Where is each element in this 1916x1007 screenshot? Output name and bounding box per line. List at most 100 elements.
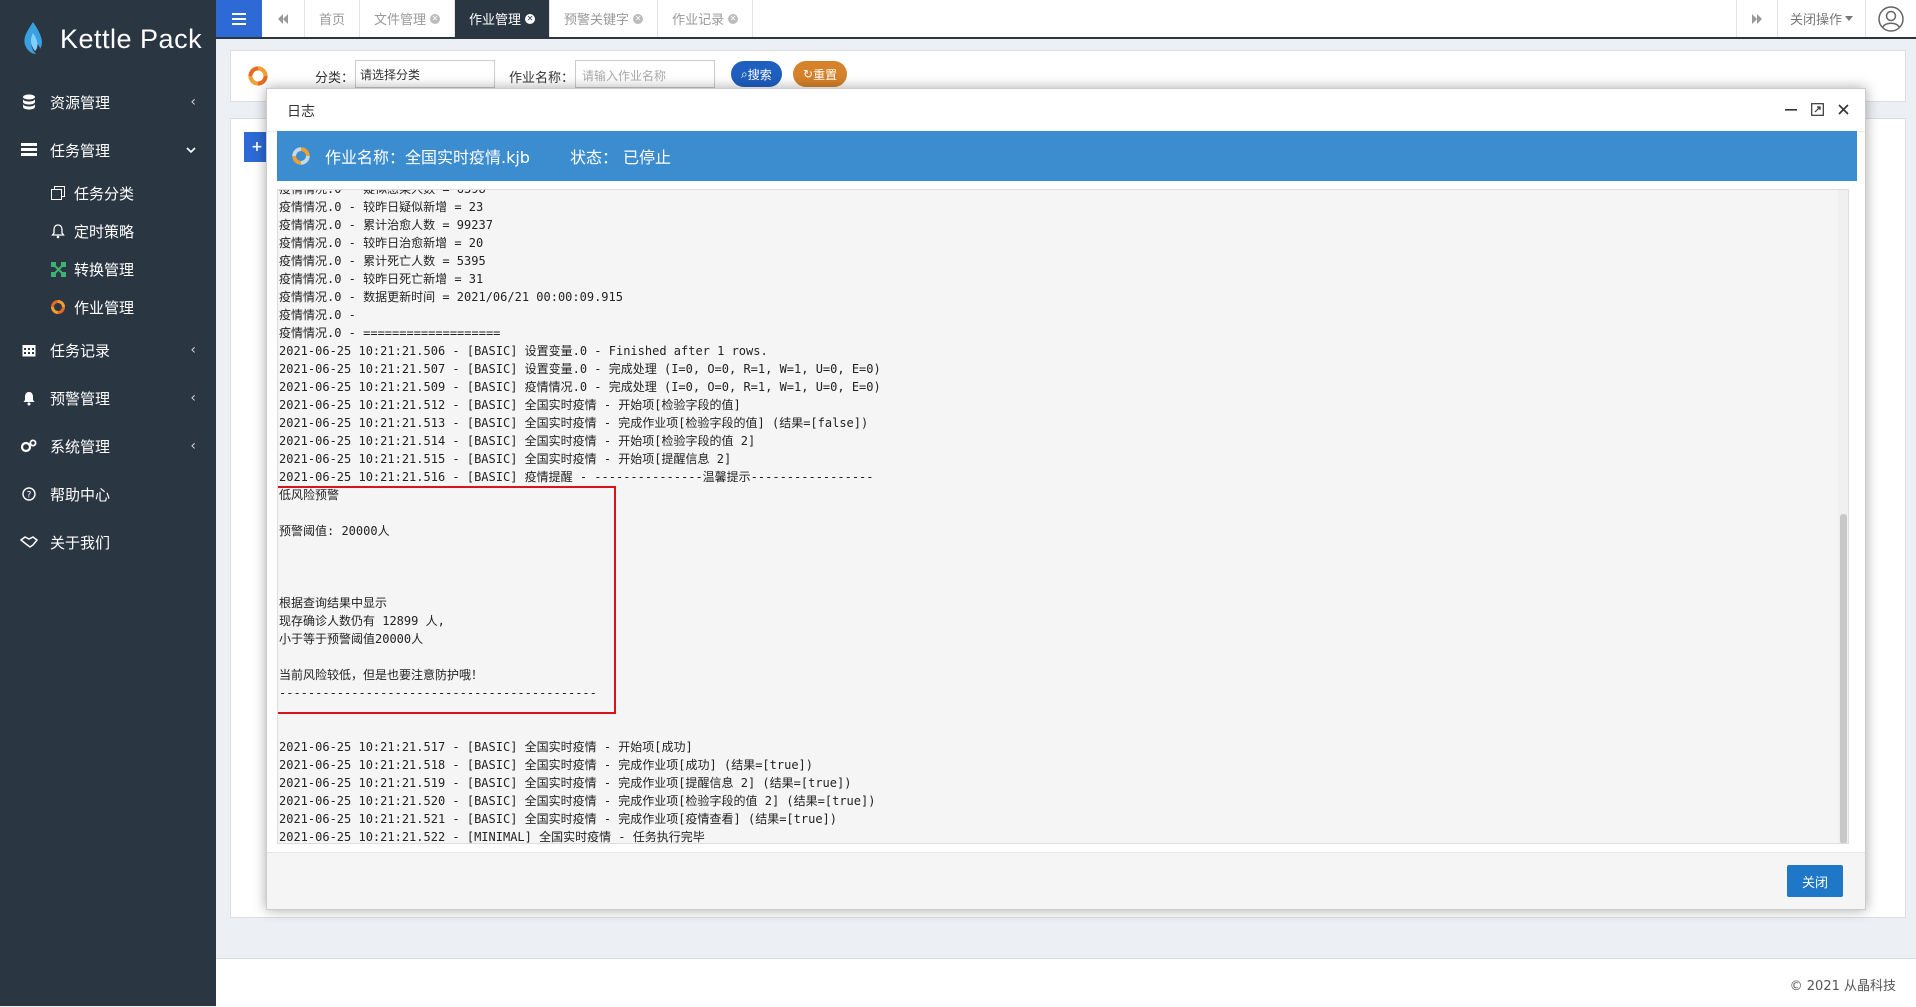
log-line: 2021-06-25 10:21:21.519 - [BASIC] 全国实时疫情…: [279, 776, 852, 790]
modal-header: 日志: [267, 89, 1865, 132]
sidebar-subitem-label: 任务分类: [74, 184, 135, 203]
sidebar-subitem-label: 定时策略: [74, 222, 135, 241]
tab-close-icon[interactable]: ✕: [525, 13, 536, 24]
close-ops-label: 关闭操作: [1789, 13, 1842, 28]
bell-outline-icon: [50, 223, 66, 239]
close-icon: [1837, 103, 1849, 115]
tab-label: 预警关键字: [564, 13, 630, 28]
user-avatar[interactable]: [1865, 0, 1916, 37]
spinner-icon: [50, 299, 66, 315]
log-line: 现存确诊人数仍有 12899 人,: [279, 614, 445, 628]
maximize-icon: [1810, 102, 1824, 116]
tab-job-records[interactable]: 作业记录 ✕: [658, 0, 754, 37]
job-name-text: 作业名称：全国实时疫情.kjb: [325, 148, 530, 167]
log-line: 疫情情况.0 -: [279, 308, 356, 322]
tab-close-icon[interactable]: ✕: [633, 13, 644, 24]
double-chevron-right-icon: [1751, 13, 1762, 24]
page-footer: © 2021 从晶科技: [216, 958, 1916, 1007]
log-line: 疫情情况.0 - 数据更新时间 = 2021/06/21 00:00:09.91…: [279, 290, 623, 304]
log-lines: 疫情情况.0 - 疑似感染人数 = 6398 疫情情况.0 - 较昨日疑似新增 =…: [278, 189, 881, 843]
log-scrollbar-thumb[interactable]: [1840, 514, 1847, 843]
bell-icon: [20, 389, 38, 407]
tab-alert-keywords[interactable]: 预警关键字 ✕: [550, 0, 659, 37]
calendar-icon: [20, 341, 38, 359]
tab-label: 首页: [319, 13, 346, 28]
log-line: 当前风险较低，但是也要注意防护哦！: [279, 668, 484, 682]
minimize-button[interactable]: [1781, 97, 1801, 121]
sidebar-item-system[interactable]: 系统管理 ‹: [0, 422, 216, 470]
sidebar-item-task-records[interactable]: 任务记录 ‹: [0, 326, 216, 374]
log-line: 疫情情况.0 - 较昨日疑似新增 = 23: [279, 200, 484, 214]
maximize-button[interactable]: [1807, 97, 1827, 121]
sidebar-item-label: 关于我们: [50, 533, 111, 552]
sidebar-item-alerts[interactable]: 预警管理 ‹: [0, 374, 216, 422]
sidebar-item-tasks[interactable]: 任务管理: [0, 126, 216, 174]
tab-home[interactable]: 首页: [305, 0, 361, 37]
log-line: 预警阈值: 20000人: [279, 524, 390, 538]
log-line: 2021-06-25 10:21:21.513 - [BASIC] 全国实时疫情…: [279, 416, 869, 430]
log-scrollbar[interactable]: [1838, 190, 1848, 843]
log-line: 疫情情况.0 - ===================: [279, 326, 501, 340]
tabs-scroll-left-button[interactable]: [262, 0, 305, 37]
sidebar-item-resources[interactable]: 资源管理 ‹: [0, 78, 216, 126]
job-info-bar: 作业名称：全国实时疫情.kjb 状态： 已停止: [277, 131, 1857, 181]
modal-close-x-button[interactable]: [1833, 97, 1853, 121]
log-line: 2021-06-25 10:21:21.514 - [BASIC] 全国实时疫情…: [279, 434, 756, 448]
tab-close-icon[interactable]: ✕: [728, 13, 739, 24]
double-chevron-left-icon: [278, 13, 288, 24]
kettle-logo-icon: [24, 22, 42, 54]
brand[interactable]: Kettle Pack: [0, 0, 216, 78]
job-status-text: 状态： 已停止: [569, 148, 672, 167]
sidebar-subitem-schedule[interactable]: 定时策略: [0, 212, 216, 250]
sidebar-item-label: 预警管理: [50, 389, 111, 408]
log-line: 疫情情况.0 - 疑似感染人数 = 6398: [279, 189, 486, 196]
svg-text:?: ?: [27, 491, 32, 501]
sidebar-item-label: 任务记录: [50, 341, 111, 360]
caret-down-icon: [1845, 16, 1853, 21]
log-line: 2021-06-25 10:21:21.512 - [BASIC] 全国实时疫情…: [279, 398, 741, 412]
sidebar-item-label: 任务管理: [50, 141, 111, 160]
user-icon: [1878, 5, 1904, 32]
menu-toggle-button[interactable]: [216, 0, 262, 37]
modal-footer: 关闭: [267, 852, 1865, 909]
log-line: 2021-06-25 10:21:21.520 - [BASIC] 全国实时疫情…: [279, 794, 876, 808]
log-line: 疫情情况.0 - 较昨日死亡新增 = 31: [279, 272, 484, 286]
close-operations-dropdown[interactable]: 关闭操作: [1776, 0, 1865, 37]
sidebar-item-label: 资源管理: [50, 93, 111, 112]
sidebar: Kettle Pack 资源管理 ‹ 任务管理 任务分类 定时策略 转换管理 作…: [0, 0, 216, 1006]
tab-job-management[interactable]: 作业管理 ✕: [455, 0, 551, 37]
sidebar-subitem-jobs[interactable]: 作业管理: [0, 288, 216, 326]
tab-file-management[interactable]: 文件管理 ✕: [360, 0, 456, 37]
tabs-scroll-right-button[interactable]: [1735, 0, 1777, 37]
list-icon: [20, 141, 38, 159]
log-line: 疫情情况.0 - 较昨日治愈新增 = 20: [279, 236, 484, 250]
sidebar-subitem-label: 转换管理: [74, 260, 135, 279]
chevron-left-icon: ‹: [190, 438, 196, 454]
sidebar-item-label: 系统管理: [50, 437, 111, 456]
sidebar-subitem-task-category[interactable]: 任务分类: [0, 174, 216, 212]
sidebar-subitem-transform[interactable]: 转换管理: [0, 250, 216, 288]
log-line: 根据查询结果中显示: [279, 596, 388, 610]
log-line: 2021-06-25 10:21:21.516 - [BASIC] 疫情提醒 -…: [279, 470, 874, 484]
chevron-left-icon: ‹: [190, 342, 196, 358]
close-button[interactable]: 关闭: [1787, 865, 1843, 897]
log-line: 2021-06-25 10:21:21.506 - [BASIC] 设置变量.0…: [279, 344, 768, 358]
sidebar-subitem-label: 作业管理: [74, 298, 135, 317]
sidebar-item-label: 帮助中心: [50, 485, 111, 504]
log-line: 2021-06-25 10:21:21.507 - [BASIC] 设置变量.0…: [279, 362, 881, 376]
log-viewer[interactable]: 疫情情况.0 - 疑似感染人数 = 6398 疫情情况.0 - 较昨日疑似新增 =…: [277, 189, 1849, 844]
copy-icon: [50, 185, 66, 201]
tab-close-icon[interactable]: ✕: [430, 13, 441, 24]
log-line: 低风险预警: [279, 488, 340, 502]
sidebar-item-about[interactable]: 关于我们: [0, 518, 216, 566]
tab-label: 作业记录: [672, 13, 725, 28]
sidebar-item-help[interactable]: ? 帮助中心: [0, 470, 216, 518]
database-icon: [20, 93, 38, 111]
